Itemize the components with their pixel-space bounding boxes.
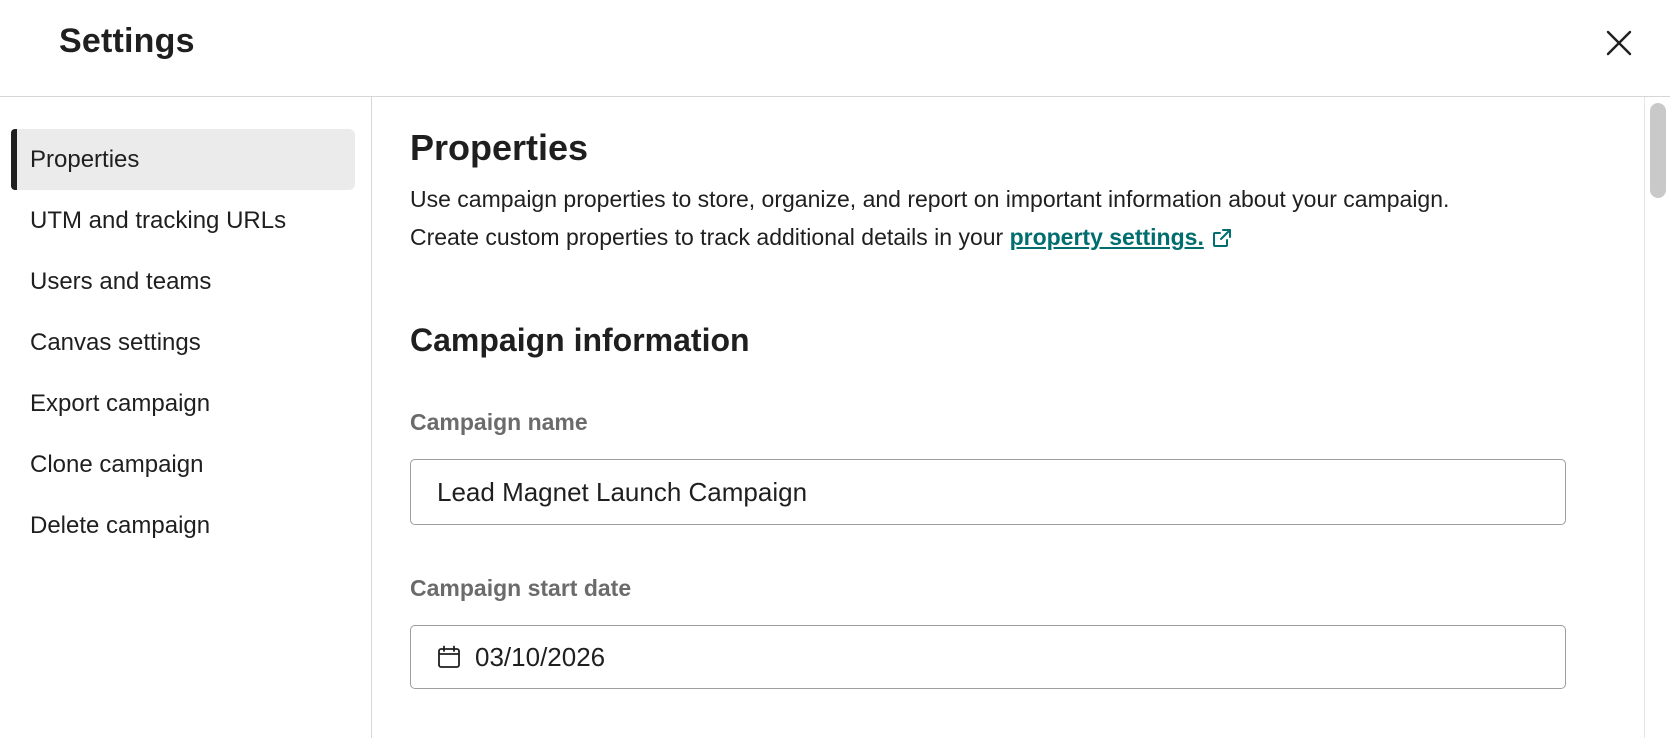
sidebar-item-canvas-settings[interactable]: Canvas settings	[11, 312, 355, 373]
sidebar-item-label: Delete campaign	[30, 511, 211, 539]
campaign-start-date-input[interactable]: 03/10/2026	[410, 625, 1566, 689]
campaign-name-input[interactable]: Lead Magnet Launch Campaign	[410, 459, 1566, 525]
sidebar-item-label: Clone campaign	[30, 450, 204, 478]
sidebar-item-delete-campaign[interactable]: Delete campaign	[11, 495, 355, 556]
scrollbar-thumb[interactable]	[1650, 103, 1666, 198]
sidebar-item-label: Users and teams	[30, 267, 212, 295]
sidebar-item-users-teams[interactable]: Users and teams	[11, 251, 355, 312]
property-settings-link[interactable]: property settings.	[1010, 224, 1204, 250]
sidebar-nav: Properties UTM and tracking URLs Users a…	[11, 129, 355, 556]
campaign-start-date-label: Campaign start date	[410, 575, 632, 601]
settings-header: Settings	[0, 0, 1670, 97]
description-text: Create custom properties to track additi…	[410, 224, 1010, 250]
properties-panel: Properties Use campaign properties to st…	[372, 97, 1644, 738]
sidebar-item-properties[interactable]: Properties	[11, 129, 355, 190]
sidebar-item-label: UTM and tracking URLs	[30, 206, 287, 234]
description-line: Use campaign properties to store, organi…	[410, 186, 1450, 212]
sidebar-item-utm-tracking[interactable]: UTM and tracking URLs	[11, 190, 355, 251]
page-title: Settings	[59, 22, 195, 60]
calendar-icon[interactable]	[437, 645, 461, 669]
section-description: Use campaign properties to store, organi…	[410, 180, 1610, 259]
settings-sidebar: Properties UTM and tracking URLs Users a…	[0, 97, 372, 738]
sidebar-item-label: Canvas settings	[30, 328, 201, 356]
close-icon	[1606, 30, 1632, 56]
campaign-information-heading: Campaign information	[410, 322, 750, 358]
campaign-start-date-value: 03/10/2026	[475, 641, 606, 672]
sidebar-item-export-campaign[interactable]: Export campaign	[11, 373, 355, 434]
sidebar-item-label: Export campaign	[30, 389, 211, 417]
close-button[interactable]	[1602, 26, 1636, 60]
campaign-name-label: Campaign name	[410, 409, 588, 435]
description-line: Create custom properties to track additi…	[410, 218, 1610, 259]
sidebar-item-label: Properties	[30, 145, 140, 173]
external-link-icon[interactable]	[1212, 221, 1232, 259]
campaign-name-value: Lead Magnet Launch Campaign	[437, 476, 808, 507]
sidebar-item-clone-campaign[interactable]: Clone campaign	[11, 434, 355, 495]
section-title: Properties	[410, 127, 589, 168]
scrollbar[interactable]	[1644, 97, 1670, 738]
